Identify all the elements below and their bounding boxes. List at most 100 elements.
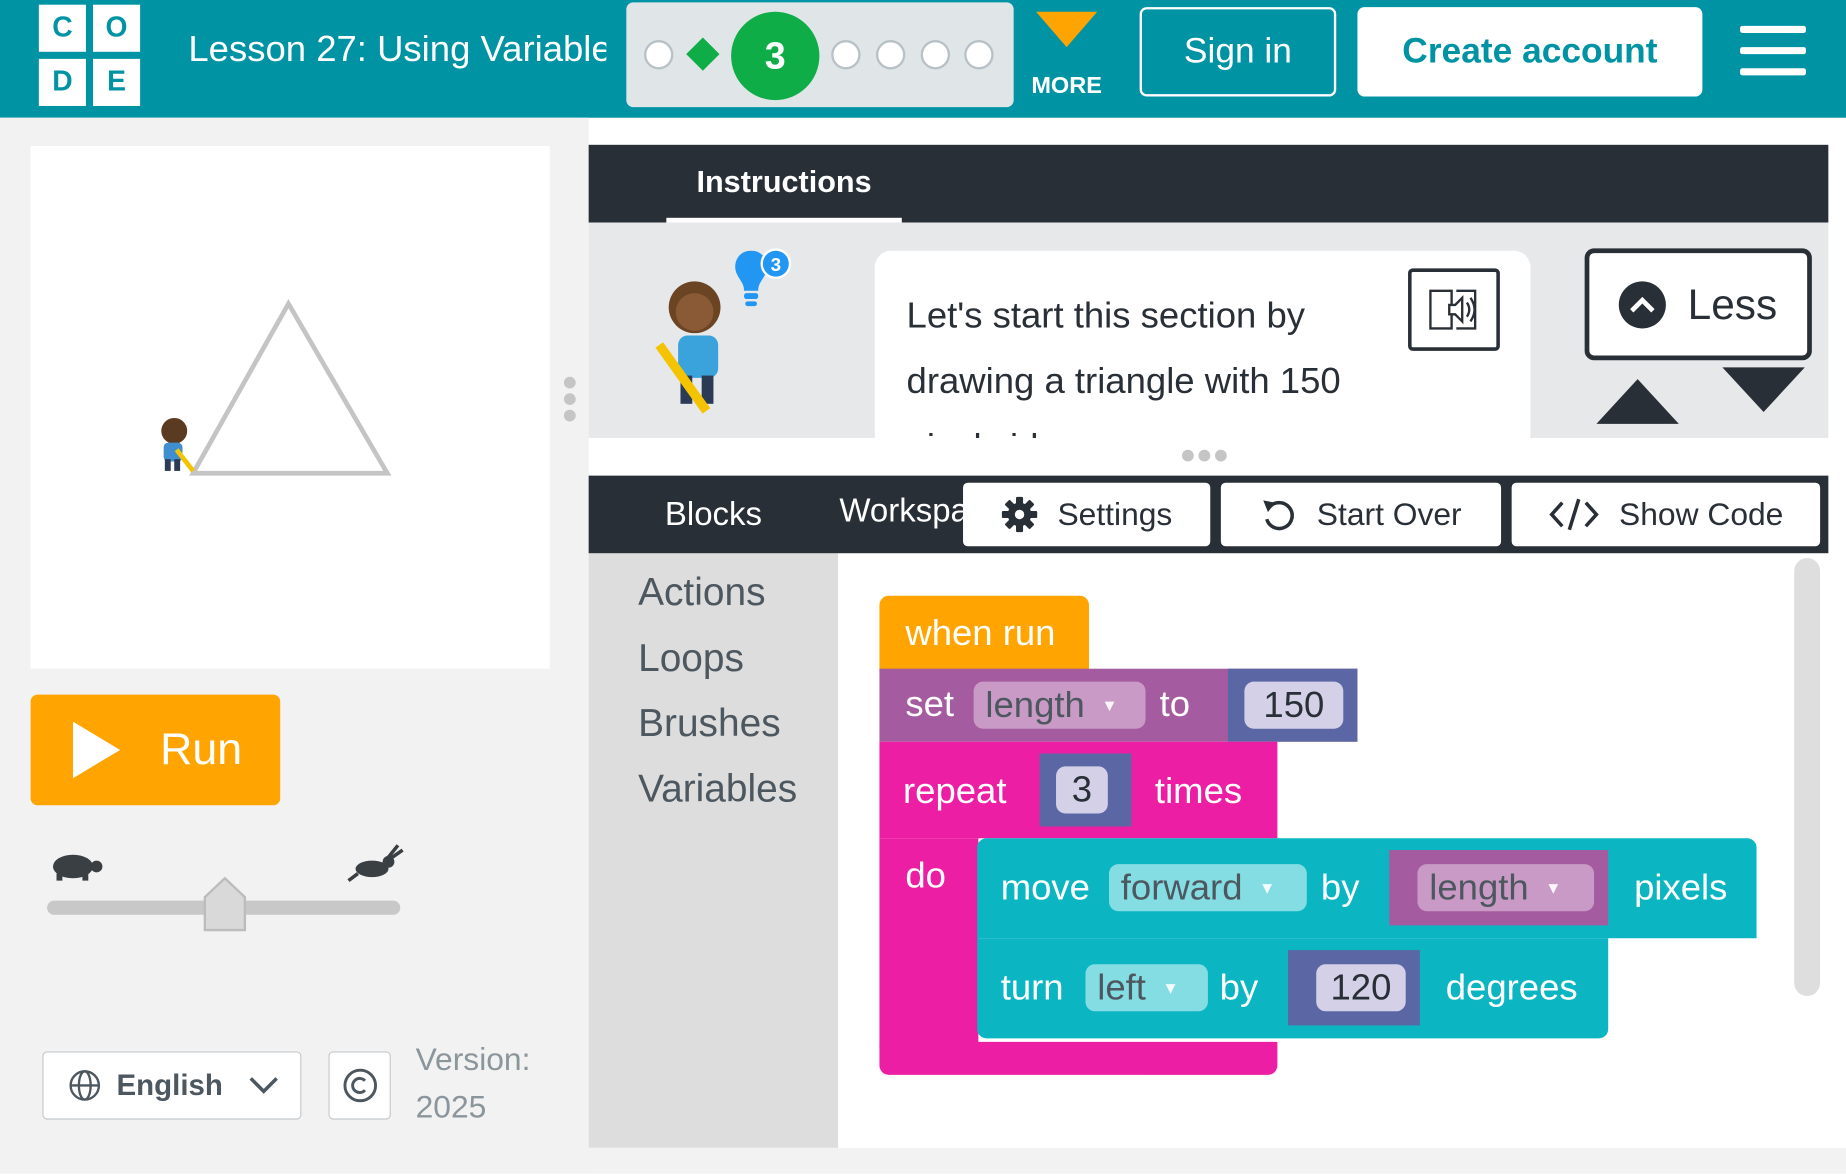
tab-instructions[interactable]: Instructions xyxy=(666,145,902,223)
less-button[interactable]: Less xyxy=(1584,248,1812,361)
variable-getter-block[interactable]: length ▼ xyxy=(1389,850,1609,926)
level-bubble[interactable] xyxy=(831,40,861,70)
when-run-block[interactable]: when run xyxy=(879,595,1090,674)
repeat-block[interactable]: repeat 3 times xyxy=(879,741,1278,839)
pixels-label: pixels xyxy=(1634,866,1728,908)
times-label: times xyxy=(1154,769,1243,812)
drawing-canvas xyxy=(30,145,550,669)
speed-slider[interactable] xyxy=(47,844,412,933)
degrees-label: degrees xyxy=(1445,966,1578,1008)
copyright-button[interactable] xyxy=(328,1051,391,1120)
hamburger-menu-icon[interactable] xyxy=(1740,25,1806,80)
number-field[interactable]: 3 xyxy=(1056,766,1108,814)
language-selector[interactable]: English xyxy=(42,1051,302,1120)
repeat-block-body: do xyxy=(879,838,979,1048)
set-variable-block[interactable]: set length ▼ to 150 xyxy=(879,668,1358,742)
number-field[interactable]: 120 xyxy=(1316,964,1406,1012)
turn-label: turn xyxy=(1000,966,1064,1008)
start-over-button[interactable]: Start Over xyxy=(1220,482,1502,547)
math-number-block[interactable]: 150 xyxy=(1227,668,1358,742)
level-bubble[interactable] xyxy=(964,40,994,70)
settings-label: Settings xyxy=(1057,496,1173,532)
variable-name: length xyxy=(1429,866,1529,908)
turtle-icon xyxy=(52,854,103,881)
toolbox-category-loops[interactable]: Loops xyxy=(638,636,744,681)
level-progress: 3 xyxy=(626,2,1014,108)
chevron-down-icon xyxy=(249,1077,279,1094)
when-run-label: when run xyxy=(905,612,1056,654)
move-label: move xyxy=(1000,866,1090,908)
math-number-block[interactable]: 3 xyxy=(1039,753,1132,827)
level-bubble[interactable] xyxy=(920,40,951,70)
visualization-column: Run English Version: 2025 xyxy=(0,117,589,1174)
level-bubble[interactable] xyxy=(643,40,674,70)
direction-dropdown[interactable]: forward ▼ xyxy=(1109,864,1307,912)
version-value: 2025 xyxy=(415,1089,487,1125)
level-bubble-concept[interactable] xyxy=(686,37,720,71)
logo-letter: C xyxy=(38,4,86,52)
logo-letter: E xyxy=(93,58,141,106)
language-label: English xyxy=(116,1068,223,1102)
code-icon xyxy=(1549,498,1600,531)
scroll-up-icon[interactable] xyxy=(1596,379,1679,424)
run-label: Run xyxy=(160,724,243,775)
less-label: Less xyxy=(1687,279,1778,328)
text-to-speech-button[interactable] xyxy=(1408,268,1500,351)
tab-blocks[interactable]: Blocks xyxy=(589,476,839,554)
direction-dropdown[interactable]: left ▼ xyxy=(1085,964,1208,1012)
create-account-button[interactable]: Create account xyxy=(1357,7,1703,97)
copyright-icon xyxy=(342,1068,377,1103)
turn-block[interactable]: turn left ▼ by 120 degrees xyxy=(977,938,1609,1039)
current-level-bubble[interactable]: 3 xyxy=(731,11,820,101)
instruction-text: Let's start this section by drawing a tr… xyxy=(906,294,1341,438)
workspace-label: Workspace xyxy=(839,492,966,529)
settings-button[interactable]: Settings xyxy=(963,482,1211,547)
code-org-logo[interactable]: C O D E xyxy=(38,4,141,106)
dropdown-arrow-icon: ▼ xyxy=(1258,878,1276,898)
show-code-label: Show Code xyxy=(1619,496,1784,532)
gear-icon xyxy=(1002,496,1038,533)
math-number-block[interactable]: 120 xyxy=(1287,950,1420,1026)
artist-character-icon xyxy=(161,417,195,473)
variable-dropdown[interactable]: length ▼ xyxy=(1417,864,1595,912)
variable-dropdown[interactable]: length ▼ xyxy=(973,681,1146,729)
level-bubble[interactable] xyxy=(875,40,906,70)
drawing-output xyxy=(161,299,392,476)
move-block[interactable]: move forward ▼ by length ▼ pixels xyxy=(977,838,1757,939)
to-label: to xyxy=(1159,682,1191,725)
do-label: do xyxy=(905,854,946,896)
hint-lightbulb-icon[interactable]: 3 xyxy=(732,248,793,319)
scroll-down-icon[interactable] xyxy=(1722,367,1805,413)
toolbox-category-variables[interactable]: Variables xyxy=(638,766,797,811)
number-field[interactable]: 150 xyxy=(1244,681,1344,729)
more-levels-button[interactable]: MORE xyxy=(1022,11,1111,109)
play-icon xyxy=(72,721,121,779)
reset-icon xyxy=(1263,500,1295,531)
version-label: Version: xyxy=(415,1041,531,1078)
lesson-title[interactable]: Lesson 27: Using Variables xyxy=(188,28,606,80)
toolbox-category-actions[interactable]: Actions xyxy=(638,570,765,615)
logo-letter: D xyxy=(38,58,86,106)
logo-letter: O xyxy=(93,4,141,52)
sign-in-button[interactable]: Sign in xyxy=(1139,7,1337,97)
run-button[interactable]: Run xyxy=(30,694,281,806)
chevron-up-icon xyxy=(1619,280,1667,328)
panel-resize-handle[interactable] xyxy=(1182,449,1241,462)
more-label: MORE xyxy=(1031,72,1102,99)
version-info: Version: 2025 xyxy=(416,1036,531,1130)
by-label: by xyxy=(1219,966,1259,1008)
workspace-scrollbar[interactable] xyxy=(1794,558,1821,996)
start-over-label: Start Over xyxy=(1316,496,1462,532)
variable-name: length xyxy=(985,684,1085,726)
direction-value: left xyxy=(1097,966,1146,1008)
repeat-label: repeat xyxy=(902,769,1007,812)
toolbox: Actions Loops Brushes Variables xyxy=(588,553,839,1148)
toolbox-category-brushes[interactable]: Brushes xyxy=(638,700,781,745)
hint-count: 3 xyxy=(771,254,781,275)
dropdown-arrow-icon: ▼ xyxy=(1162,978,1179,998)
resize-handle[interactable] xyxy=(563,376,576,426)
chevron-down-icon xyxy=(1036,11,1098,48)
slider-thumb[interactable] xyxy=(202,876,247,933)
dropdown-arrow-icon: ▼ xyxy=(1101,695,1118,715)
show-code-button[interactable]: Show Code xyxy=(1511,482,1821,547)
